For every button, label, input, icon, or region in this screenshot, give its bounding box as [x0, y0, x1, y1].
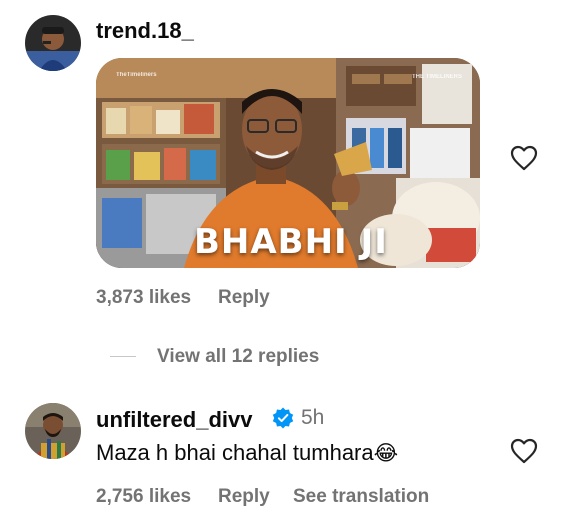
avatar-image: [25, 15, 81, 71]
likes-count[interactable]: 2,756 likes: [96, 486, 191, 508]
gif-watermark-right: THE TIMELINERS: [411, 74, 462, 80]
avatar[interactable]: [25, 403, 81, 459]
username[interactable]: unfiltered_divv: [96, 407, 252, 433]
laughing-emoji-icon: 😂: [373, 442, 399, 465]
likes-count[interactable]: 3,873 likes: [96, 287, 191, 309]
like-heart-icon[interactable]: [510, 145, 538, 171]
verified-badge-icon: [272, 407, 294, 429]
gif-watermark-left: TheTimeliners: [116, 72, 157, 78]
view-replies-button[interactable]: View all 12 replies: [157, 346, 319, 368]
avatar-image: [25, 403, 81, 459]
gif-caption: BHABHI JI: [194, 222, 388, 262]
see-translation-button[interactable]: See translation: [293, 486, 429, 508]
timestamp[interactable]: 5h: [301, 406, 324, 430]
comment-text-body: Maza h bhai chahal tumhara: [96, 440, 374, 465]
gif-attachment[interactable]: TheTimeliners THE TIMELINERS BHABHI JI: [96, 58, 480, 268]
reply-button[interactable]: Reply: [218, 287, 270, 309]
username[interactable]: trend.18_: [96, 18, 194, 44]
comment-text: Maza h bhai chahal tumhara😂: [96, 440, 398, 466]
reply-button[interactable]: Reply: [218, 486, 270, 508]
avatar[interactable]: [25, 15, 81, 71]
replies-divider: [110, 356, 136, 357]
like-heart-icon[interactable]: [510, 438, 538, 464]
